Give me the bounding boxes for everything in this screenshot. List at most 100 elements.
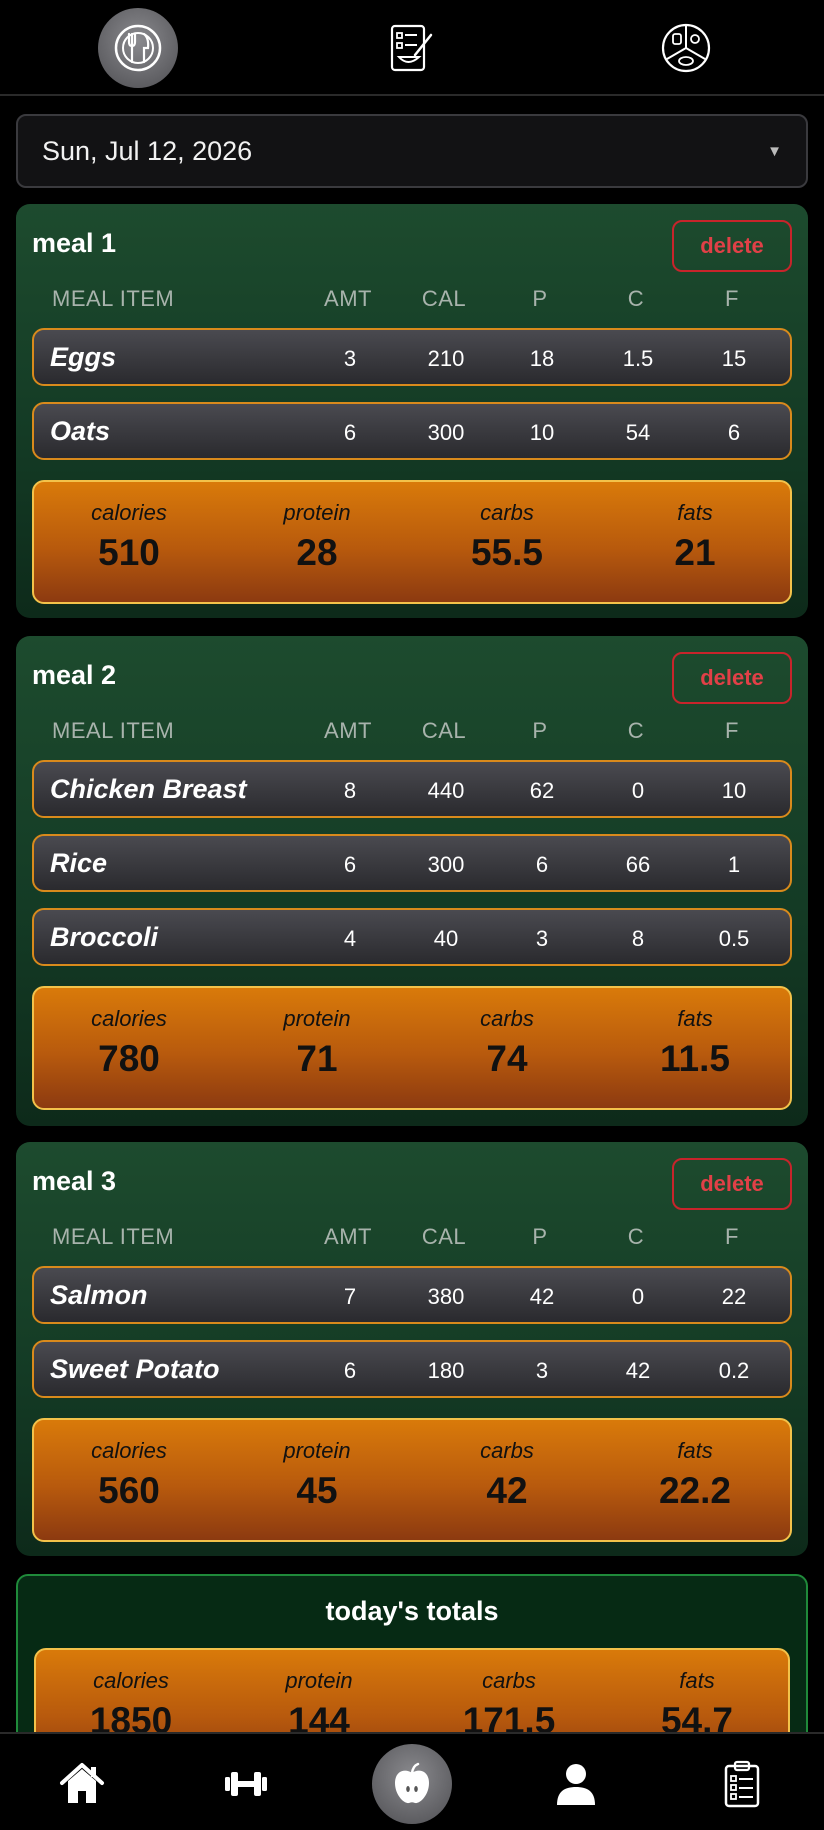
col-header-meal-item: MEAL ITEM bbox=[52, 286, 175, 311]
meal-item-fats: 6 bbox=[727, 420, 741, 445]
meal-item-cal: 40 bbox=[433, 926, 459, 951]
col-header-c: C bbox=[627, 718, 645, 743]
meal-item-name: Sweet Potato bbox=[50, 1354, 220, 1384]
summary-protein: protein 144 bbox=[224, 1668, 414, 1742]
meal-item-carbs: 0 bbox=[631, 1284, 645, 1309]
summary-carbs: carbs 74 bbox=[412, 1006, 602, 1080]
meal-item-carbs: 0 bbox=[631, 778, 645, 803]
apple-icon bbox=[395, 1762, 429, 1804]
meal-item-row[interactable]: Eggs 3 210 18 1.5 15 bbox=[32, 328, 792, 386]
date-select[interactable]: Sun, Jul 12, 2026 ▼ bbox=[16, 114, 808, 188]
meal-item-fats: 22 bbox=[721, 1284, 747, 1309]
meal-item-protein: 62 bbox=[529, 778, 555, 803]
col-header-f: F bbox=[725, 1224, 739, 1249]
col-header-meal-item: MEAL ITEM bbox=[52, 1224, 175, 1249]
meal-item-row[interactable]: Broccoli 4 40 3 8 0.5 bbox=[32, 908, 792, 966]
meal-item-protein: 10 bbox=[529, 420, 555, 445]
summary-calories: calories 1850 bbox=[36, 1668, 226, 1742]
meal-card: meal 1 delete MEAL ITEM AMT CAL P C F Eg… bbox=[16, 204, 808, 618]
col-header-p: P bbox=[532, 718, 548, 743]
col-header-cal: CAL bbox=[421, 286, 467, 311]
clipboard-icon bbox=[724, 1760, 760, 1808]
meal-item-fats: 10 bbox=[721, 778, 747, 803]
summary-value: 28 bbox=[296, 532, 338, 573]
meal-item-amt: 6 bbox=[343, 420, 357, 445]
meal-item-protein: 18 bbox=[529, 346, 555, 371]
meal-item-carbs: 54 bbox=[625, 420, 651, 445]
meal-item-name: Rice bbox=[50, 848, 108, 878]
summary-calories: calories 780 bbox=[34, 1006, 224, 1080]
nav-logs[interactable] bbox=[702, 1744, 782, 1824]
nav-home[interactable] bbox=[42, 1744, 122, 1824]
summary-label: carbs bbox=[482, 1668, 536, 1693]
col-header-p: P bbox=[532, 286, 548, 311]
plate-utensils-icon bbox=[114, 24, 162, 72]
delete-meal-button[interactable]: delete bbox=[672, 1158, 792, 1210]
meal-item-carbs: 42 bbox=[625, 1358, 651, 1383]
bottom-nav bbox=[0, 1732, 824, 1830]
summary-carbs: carbs 42 bbox=[412, 1438, 602, 1512]
summary-label: protein bbox=[283, 1006, 351, 1031]
col-header-meal-item: MEAL ITEM bbox=[52, 718, 175, 743]
summary-label: calories bbox=[91, 500, 167, 525]
col-header-c: C bbox=[627, 286, 645, 311]
summary-value: 780 bbox=[98, 1038, 160, 1079]
user-icon bbox=[557, 1764, 595, 1805]
summary-carbs: carbs 55.5 bbox=[412, 500, 602, 574]
meal-item-fats: 15 bbox=[721, 346, 747, 371]
meal-summary: calories 560 protein 45 carbs 42 fats 22.2 bbox=[32, 1418, 792, 1542]
nav-profile[interactable] bbox=[536, 1744, 616, 1824]
delete-meal-button[interactable]: delete bbox=[672, 220, 792, 272]
summary-label: calories bbox=[91, 1438, 167, 1463]
meal-title: meal 1 bbox=[32, 228, 117, 258]
meal-item-row[interactable]: Rice 6 300 6 66 1 bbox=[32, 834, 792, 892]
meal-item-row[interactable]: Salmon 7 380 42 0 22 bbox=[32, 1266, 792, 1324]
nav-nutrition[interactable] bbox=[372, 1744, 452, 1824]
tab-meals[interactable] bbox=[98, 8, 178, 88]
tab-recipes[interactable] bbox=[372, 8, 452, 88]
summary-fats: fats 22.2 bbox=[600, 1438, 790, 1512]
summary-label: calories bbox=[93, 1668, 169, 1693]
meal-item-protein: 6 bbox=[535, 852, 549, 877]
summary-fats: fats 21 bbox=[600, 500, 790, 574]
meal-item-amt: 7 bbox=[343, 1284, 357, 1309]
meal-item-amt: 6 bbox=[343, 1358, 357, 1383]
col-header-amt: AMT bbox=[324, 286, 372, 311]
meal-item-name: Oats bbox=[50, 416, 111, 446]
top-tab-bar bbox=[0, 0, 824, 96]
meal-card: meal 2 delete MEAL ITEM AMT CAL P C F Ch… bbox=[16, 636, 808, 1126]
meal-summary: calories 780 protein 71 carbs 74 fats 11.5 bbox=[32, 986, 792, 1110]
meal-title: meal 2 bbox=[32, 660, 117, 690]
meal-item-name: Broccoli bbox=[50, 922, 159, 952]
summary-calories: calories 560 bbox=[34, 1438, 224, 1512]
meal-item-cal: 210 bbox=[427, 346, 465, 371]
meal-item-row[interactable]: Oats 6 300 10 54 6 bbox=[32, 402, 792, 460]
nav-workouts[interactable] bbox=[206, 1744, 286, 1824]
tab-macros[interactable] bbox=[646, 8, 726, 88]
summary-protein: protein 45 bbox=[222, 1438, 412, 1512]
meal-item-amt: 6 bbox=[343, 852, 357, 877]
summary-value: 74 bbox=[486, 1038, 528, 1079]
meal-item-amt: 3 bbox=[343, 346, 357, 371]
meal-item-row[interactable]: Sweet Potato 6 180 3 42 0.2 bbox=[32, 1340, 792, 1398]
meal-item-fats: 0.2 bbox=[718, 1358, 750, 1383]
meal-item-name: Eggs bbox=[50, 342, 117, 372]
meal-item-cal: 300 bbox=[427, 852, 465, 877]
meal-item-cal: 440 bbox=[427, 778, 465, 803]
summary-label: fats bbox=[677, 500, 713, 525]
col-header-amt: AMT bbox=[324, 1224, 372, 1249]
meal-item-fats: 0.5 bbox=[718, 926, 750, 951]
summary-label: fats bbox=[677, 1438, 713, 1463]
summary-value: 45 bbox=[296, 1470, 338, 1511]
meal-item-amt: 8 bbox=[343, 778, 357, 803]
col-header-p: P bbox=[532, 1224, 548, 1249]
meal-item-carbs: 1.5 bbox=[622, 346, 654, 371]
meal-item-name: Salmon bbox=[50, 1280, 148, 1310]
dumbbell-icon bbox=[225, 1772, 267, 1796]
delete-meal-button[interactable]: delete bbox=[672, 652, 792, 704]
meal-title: meal 3 bbox=[32, 1166, 117, 1196]
meal-item-row[interactable]: Chicken Breast 8 440 62 0 10 bbox=[32, 760, 792, 818]
meal-item-protein: 42 bbox=[529, 1284, 555, 1309]
meal-item-fats: 1 bbox=[727, 852, 741, 877]
summary-protein: protein 28 bbox=[222, 500, 412, 574]
